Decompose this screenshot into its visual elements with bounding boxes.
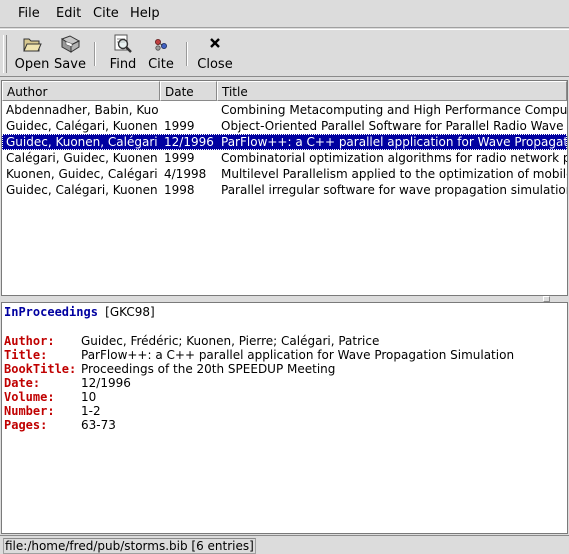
field-name: Date: xyxy=(4,376,41,390)
field-name: Volume: xyxy=(4,390,55,404)
find-label: Find xyxy=(109,57,137,72)
toolbar-grip[interactable] xyxy=(3,35,7,73)
entry-header: InProceedings [GKC98] xyxy=(4,305,155,319)
toolbar: Open Save Find Cite Close xyxy=(0,29,569,77)
cell-title: Multilevel Parallelism applied to the op… xyxy=(221,167,567,181)
folder-open-icon xyxy=(23,38,42,52)
column-header-title[interactable]: Title xyxy=(217,81,567,101)
cite-button[interactable]: Cite xyxy=(145,33,177,72)
cell-date: 1998 xyxy=(164,183,195,197)
open-label: Open xyxy=(14,57,50,72)
cell-author: Abdennadher, Babin, Kuonen xyxy=(6,103,158,117)
field-name: Title: xyxy=(4,348,48,362)
cell-author: Guidec, Calégari, Kuonen, xyxy=(6,119,158,133)
table-row-selected[interactable]: Guidec, Kuonen, Calégari 12/1996 ParFlow… xyxy=(2,134,567,150)
cell-author: Guidec, Calégari, Kuonen xyxy=(6,183,158,197)
field-name: Author: xyxy=(4,334,55,348)
menu-bar: File Edit Cite Help xyxy=(0,0,569,28)
column-header-author[interactable]: Author xyxy=(2,81,160,101)
entry-list[interactable]: Author Date Title Abdennadher, Babin, Ku… xyxy=(1,80,568,296)
field-value: 10 xyxy=(81,390,97,404)
field-value: Proceedings of the 20th SPEEDUP Meeting xyxy=(81,362,336,376)
magnifier-icon xyxy=(114,34,132,53)
field-name: Number: xyxy=(4,404,55,418)
column-header-date[interactable]: Date xyxy=(160,81,217,101)
cell-date: 4/1998 xyxy=(164,167,207,181)
cell-author: Kuonen, Guidec, Calégari xyxy=(6,167,158,181)
table-row[interactable]: Abdennadher, Babin, Kuonen Combining Met… xyxy=(2,102,567,118)
menu-edit[interactable]: Edit xyxy=(56,6,81,21)
cite-label: Cite xyxy=(148,57,174,72)
close-icon xyxy=(210,38,220,48)
cell-author: Calégari, Guidec, Kuonen, xyxy=(6,151,158,165)
toolbar-separator xyxy=(94,42,96,66)
entry-type: InProceedings xyxy=(4,305,98,319)
floppy-disk-icon xyxy=(60,35,81,53)
cell-date: 12/1996 xyxy=(164,135,214,149)
field-value: 63-73 xyxy=(81,418,116,432)
status-bar: file:/home/fred/pub/storms.bib [6 entrie… xyxy=(0,535,569,554)
cell-title: Combinatorial optimization algorithms fo… xyxy=(221,151,567,165)
cite-icon xyxy=(155,39,167,51)
toolbar-separator xyxy=(186,42,188,66)
cell-title: Object-Oriented Parallel Software for Pa… xyxy=(221,119,567,133)
entry-key: [GKC98] xyxy=(105,305,155,319)
menu-file[interactable]: File xyxy=(18,6,40,21)
cell-title: Combining Metacomputing and High Perform… xyxy=(221,103,567,117)
cell-author: Guidec, Kuonen, Calégari xyxy=(6,135,158,149)
cell-date: 1999 xyxy=(164,119,195,133)
menu-cite[interactable]: Cite xyxy=(93,6,119,21)
close-label: Close xyxy=(197,57,233,72)
cell-date: 1999 xyxy=(164,151,195,165)
find-button[interactable]: Find xyxy=(106,33,140,72)
entry-detail: InProceedings [GKC98] Author: Guidec, Fr… xyxy=(1,302,568,534)
table-row[interactable]: Guidec, Calégari, Kuonen 1998 Parallel i… xyxy=(2,182,567,198)
field-value: 12/1996 xyxy=(81,376,131,390)
table-row[interactable]: Guidec, Calégari, Kuonen, 1999 Object-Or… xyxy=(2,118,567,134)
save-label: Save xyxy=(54,57,86,72)
menu-help[interactable]: Help xyxy=(130,6,160,21)
cell-title: ParFlow++: a C++ parallel application fo… xyxy=(221,135,567,149)
table-row[interactable]: Calégari, Guidec, Kuonen, 1999 Combinato… xyxy=(2,150,567,166)
field-value: 1-2 xyxy=(81,404,101,418)
save-button[interactable]: Save xyxy=(52,33,88,72)
table-row[interactable]: Kuonen, Guidec, Calégari 4/1998 Multilev… xyxy=(2,166,567,182)
field-name: Pages: xyxy=(4,418,48,432)
status-text: file:/home/fred/pub/storms.bib [6 entrie… xyxy=(3,538,256,554)
field-value: ParFlow++: a C++ parallel application fo… xyxy=(81,348,515,362)
cell-title: Parallel irregular software for wave pro… xyxy=(221,183,567,197)
field-value: Guidec, Frédéric; Kuonen, Pierre; Caléga… xyxy=(81,334,380,348)
close-button[interactable]: Close xyxy=(197,33,233,72)
field-name: BookTitle: xyxy=(4,362,77,376)
open-button[interactable]: Open xyxy=(14,33,50,72)
